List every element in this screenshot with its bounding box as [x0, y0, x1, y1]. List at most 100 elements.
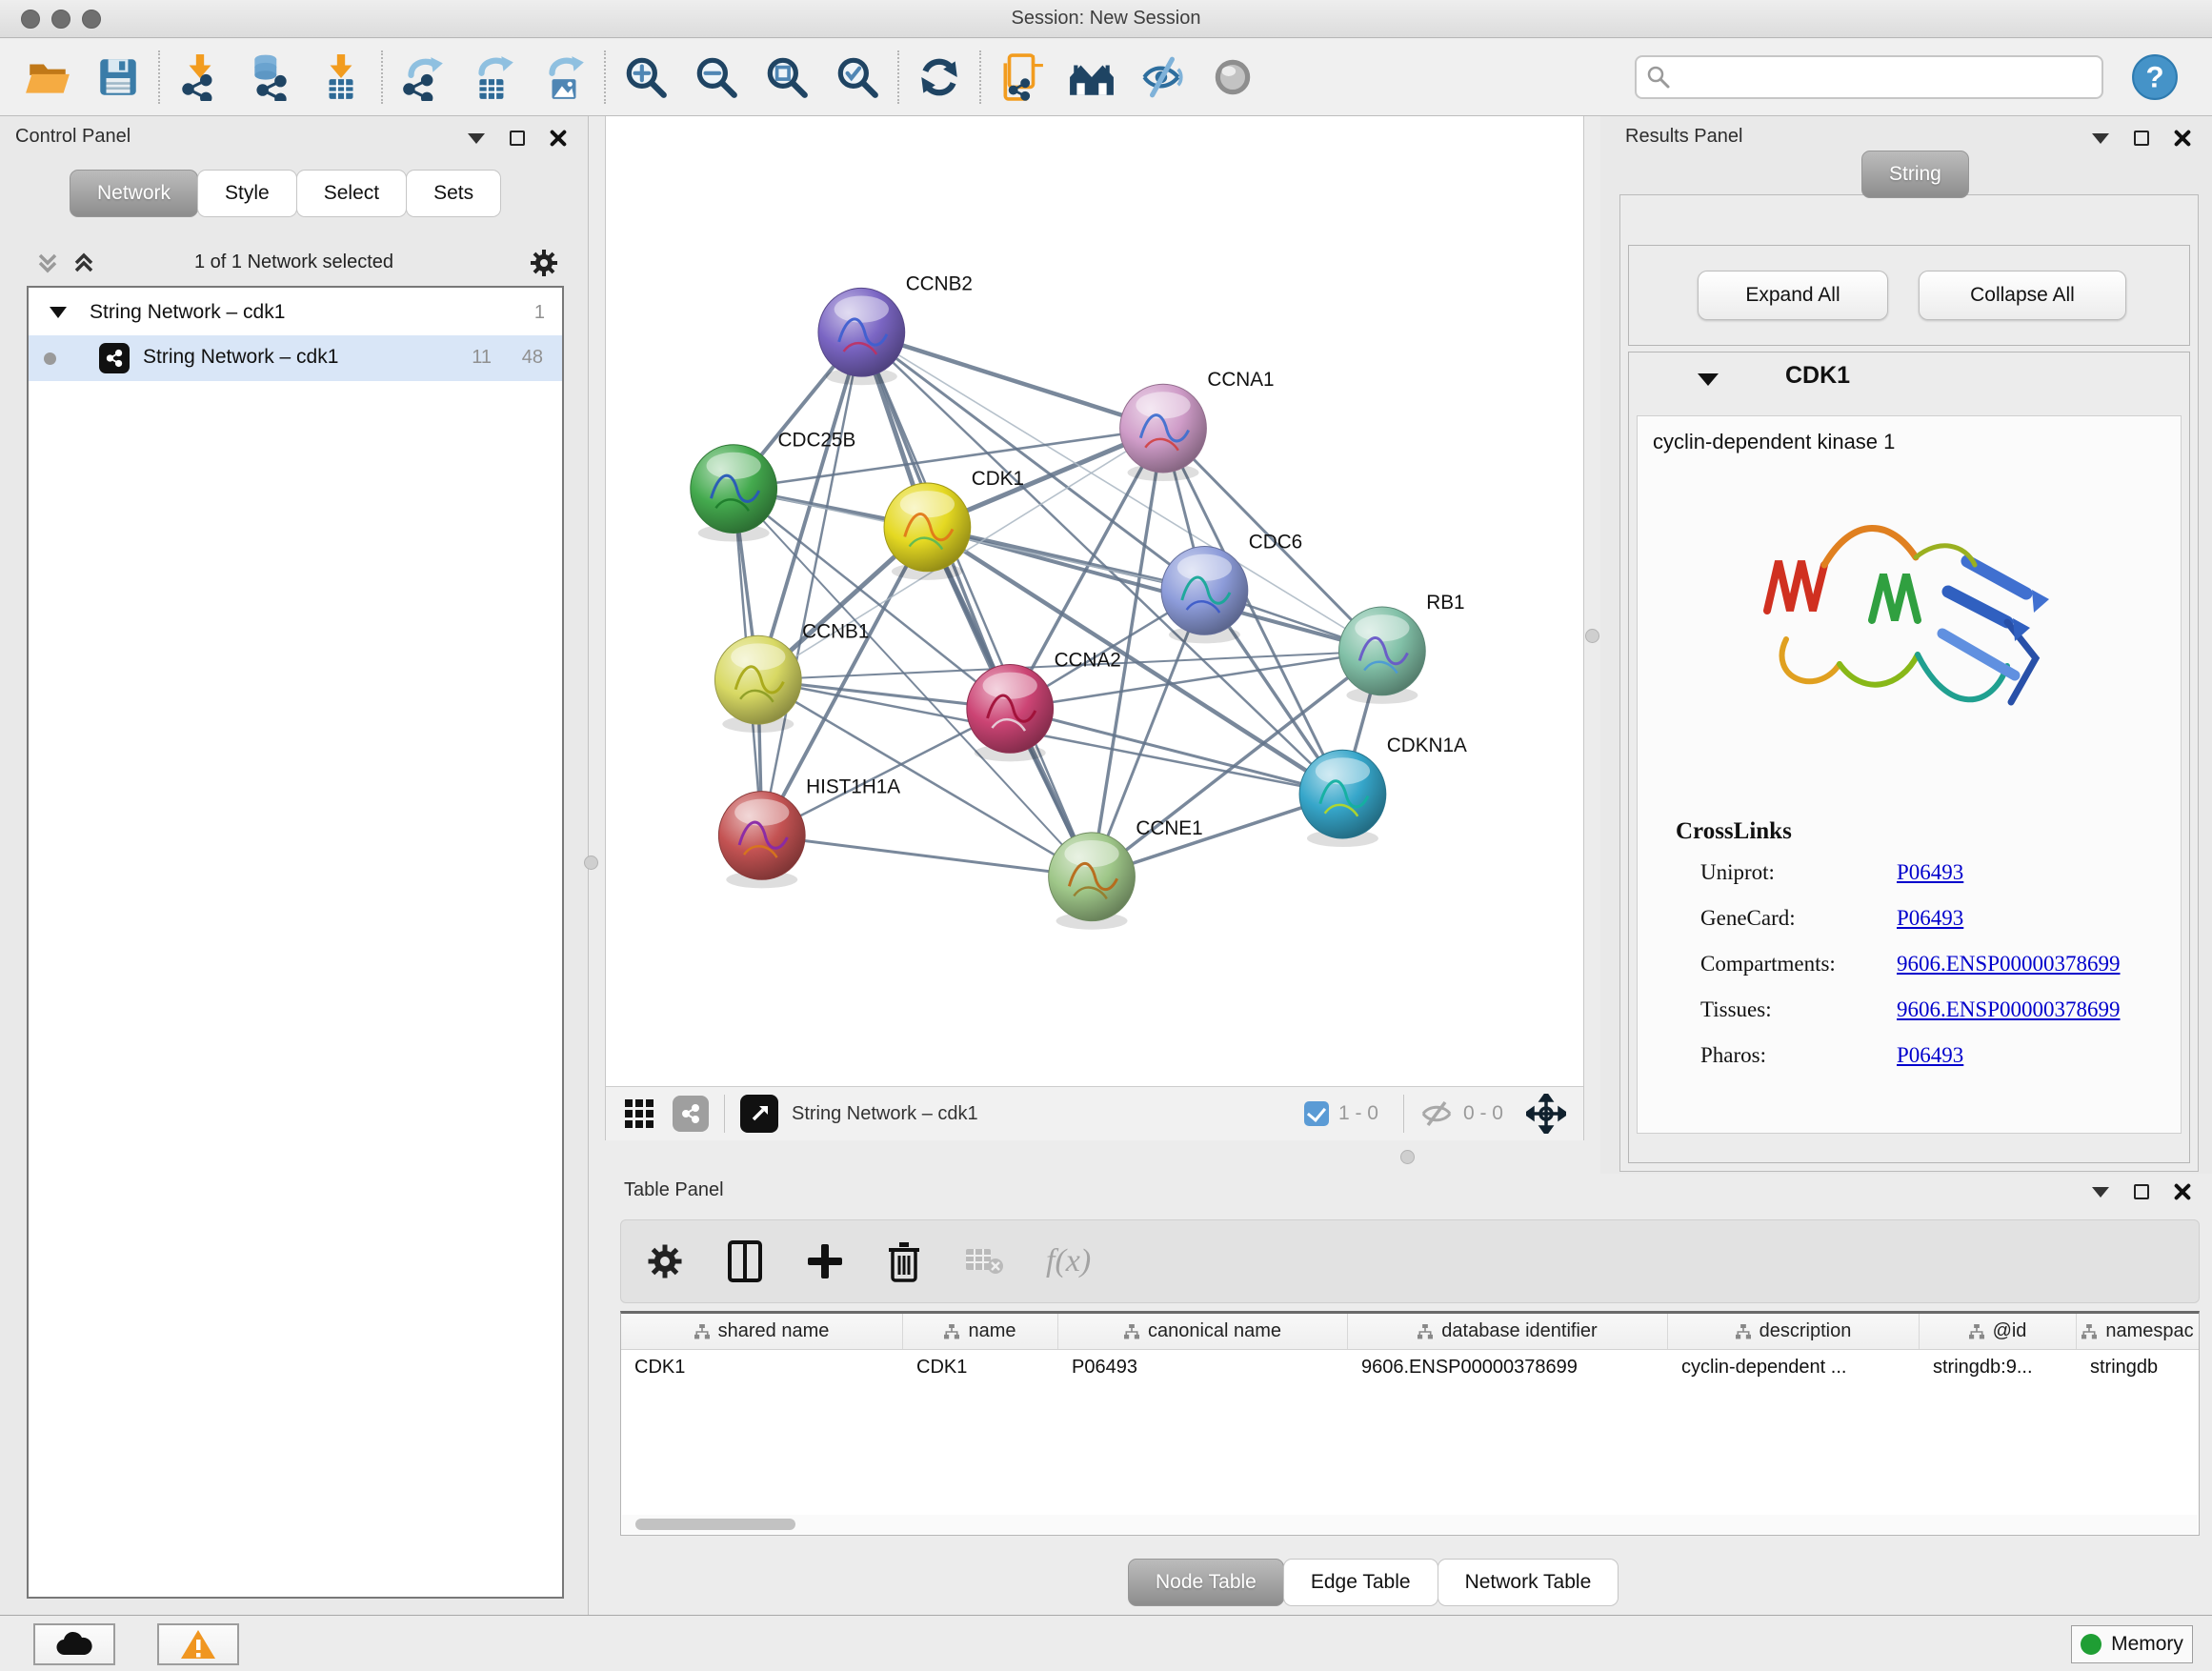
- selected-counts: 1 - 0: [1338, 1102, 1378, 1125]
- help-button[interactable]: ?: [2128, 50, 2182, 104]
- results-panel-menu-icon[interactable]: [2092, 133, 2109, 144]
- node-label-CDC25B: CDC25B: [778, 430, 856, 452]
- export-table-button[interactable]: [467, 50, 520, 104]
- column-header[interactable]: @id: [1920, 1314, 2077, 1349]
- edge-HIST1H1A-CCNE1[interactable]: [762, 836, 1092, 876]
- node-RB1[interactable]: [1339, 607, 1426, 704]
- scrollbar-thumb[interactable]: [635, 1519, 795, 1530]
- cdk1-collapse-icon[interactable]: [1698, 373, 1719, 386]
- hide-graphics-eye-button[interactable]: [1136, 50, 1189, 104]
- tab-node-table[interactable]: Node Table: [1128, 1559, 1284, 1606]
- expand-all-button[interactable]: Expand All: [1698, 271, 1888, 320]
- export-network-button[interactable]: [396, 50, 450, 104]
- edge-CCNB2-CCNA1[interactable]: [861, 332, 1163, 429]
- column-header[interactable]: shared name: [621, 1314, 903, 1349]
- function-builder-icon[interactable]: f(x): [1046, 1243, 1091, 1279]
- table-horizontal-scrollbar[interactable]: [622, 1515, 2198, 1534]
- zoom-fit-button[interactable]: [760, 50, 814, 104]
- left-splitter-handle[interactable]: [584, 856, 598, 870]
- search-input[interactable]: [1635, 55, 2103, 99]
- network-graph[interactable]: CCNB2CCNA1CDC25BCDK1CDC6RB1CCNB1CCNA2CDK…: [606, 116, 1583, 1086]
- control-panel-float-icon[interactable]: [510, 131, 525, 146]
- add-column-icon[interactable]: [806, 1242, 844, 1280]
- delete-table-icon[interactable]: [964, 1245, 1004, 1278]
- tab-select[interactable]: Select: [296, 170, 407, 217]
- app-file-network-button[interactable]: [995, 50, 1048, 104]
- column-header[interactable]: name: [903, 1314, 1058, 1349]
- export-image-button[interactable]: [537, 50, 591, 104]
- crosslink-pharos-link[interactable]: P06493: [1897, 1043, 1963, 1068]
- node-CCNA2[interactable]: [967, 665, 1054, 762]
- tab-sets[interactable]: Sets: [406, 170, 501, 217]
- tab-network-table[interactable]: Network Table: [1438, 1559, 1619, 1606]
- tab-network[interactable]: Network: [70, 170, 198, 217]
- zoom-out-button[interactable]: [690, 50, 743, 104]
- column-header[interactable]: namespac: [2077, 1314, 2199, 1349]
- table-row[interactable]: CDK1 CDK1 P06493 9606.ENSP00000378699 cy…: [621, 1350, 2199, 1384]
- column-header[interactable]: database identifier: [1348, 1314, 1668, 1349]
- show-columns-icon[interactable]: [726, 1240, 764, 1282]
- network-share-icon[interactable]: [673, 1096, 709, 1132]
- zoom-selected-button[interactable]: [831, 50, 884, 104]
- node-HIST1H1A[interactable]: [718, 792, 805, 889]
- table-panel-menu-icon[interactable]: [2092, 1187, 2109, 1198]
- results-panel-close-icon[interactable]: [2174, 130, 2191, 147]
- node-CCNE1[interactable]: [1049, 833, 1136, 930]
- node-CDK1[interactable]: [884, 483, 971, 580]
- crosslink-tissues-link[interactable]: 9606.ENSP00000378699: [1897, 997, 2121, 1022]
- lens-button[interactable]: [1206, 50, 1259, 104]
- collapse-all-button[interactable]: Collapse All: [1919, 271, 2126, 320]
- memory-button[interactable]: Memory: [2071, 1625, 2193, 1663]
- refresh-button[interactable]: [913, 50, 966, 104]
- grid-icon[interactable]: [623, 1097, 655, 1130]
- column-header[interactable]: description: [1668, 1314, 1920, 1349]
- table-gear-icon[interactable]: [646, 1242, 684, 1280]
- node-label-CDC6: CDC6: [1249, 531, 1302, 553]
- hidden-counts: 0 - 0: [1463, 1102, 1503, 1125]
- control-panel-menu-icon[interactable]: [468, 133, 485, 144]
- node-label-RB1: RB1: [1426, 592, 1464, 614]
- crosslink-compartments-link[interactable]: 9606.ENSP00000378699: [1897, 952, 2121, 976]
- node-CCNB1[interactable]: [714, 635, 801, 733]
- selected-checkbox[interactable]: [1304, 1101, 1329, 1126]
- node-CCNA1[interactable]: [1120, 384, 1207, 481]
- network-row[interactable]: String Network – cdk1 11 48: [29, 335, 562, 381]
- network-collection-row[interactable]: String Network – cdk1 1: [29, 293, 562, 335]
- column-header[interactable]: canonical name: [1058, 1314, 1348, 1349]
- node-CDC6[interactable]: [1161, 547, 1248, 644]
- edge-CCNB2-HIST1H1A[interactable]: [762, 332, 862, 836]
- open-session-button[interactable]: [21, 50, 74, 104]
- node-CDKN1A[interactable]: [1299, 750, 1386, 847]
- cloud-button[interactable]: [33, 1623, 115, 1665]
- crosslink-uniprot-link[interactable]: P06493: [1897, 860, 1963, 885]
- crosslink-label: Uniprot:: [1700, 860, 1897, 885]
- gear-icon[interactable]: [529, 248, 559, 278]
- tab-style[interactable]: Style: [197, 170, 297, 217]
- titlebar: Session: New Session: [0, 0, 2212, 38]
- import-network-file-button[interactable]: [173, 50, 227, 104]
- right-splitter-handle[interactable]: [1585, 629, 1599, 643]
- table-panel-float-icon[interactable]: [2134, 1184, 2149, 1199]
- import-network-database-button[interactable]: [244, 50, 297, 104]
- table-panel-close-icon[interactable]: [2174, 1183, 2191, 1200]
- tab-edge-table[interactable]: Edge Table: [1283, 1559, 1438, 1606]
- zoom-in-button[interactable]: [619, 50, 673, 104]
- control-panel-close-icon[interactable]: [550, 130, 567, 147]
- horizontal-splitter-handle[interactable]: [1400, 1150, 1415, 1164]
- save-session-button[interactable]: [91, 50, 145, 104]
- warning-button[interactable]: [157, 1623, 239, 1665]
- hidden-eye-slash-icon[interactable]: [1419, 1099, 1454, 1128]
- birds-eye-view-icon[interactable]: [740, 1095, 778, 1133]
- collection-expand-icon[interactable]: [50, 307, 67, 318]
- crosslink-row: Pharos: P06493: [1700, 1043, 2158, 1068]
- node-CDC25B[interactable]: [691, 445, 777, 542]
- import-table-file-button[interactable]: [314, 50, 368, 104]
- delete-column-icon[interactable]: [886, 1240, 922, 1282]
- results-panel-float-icon[interactable]: [2134, 131, 2149, 146]
- crosslink-row: Tissues: 9606.ENSP00000378699: [1700, 997, 2158, 1022]
- crosslink-label: GeneCard:: [1700, 906, 1897, 931]
- string-home-button[interactable]: [1065, 50, 1118, 104]
- tab-string[interactable]: String: [1861, 151, 1969, 198]
- crosslink-genecard-link[interactable]: P06493: [1897, 906, 1963, 931]
- move-crosshair-icon[interactable]: [1526, 1094, 1566, 1134]
